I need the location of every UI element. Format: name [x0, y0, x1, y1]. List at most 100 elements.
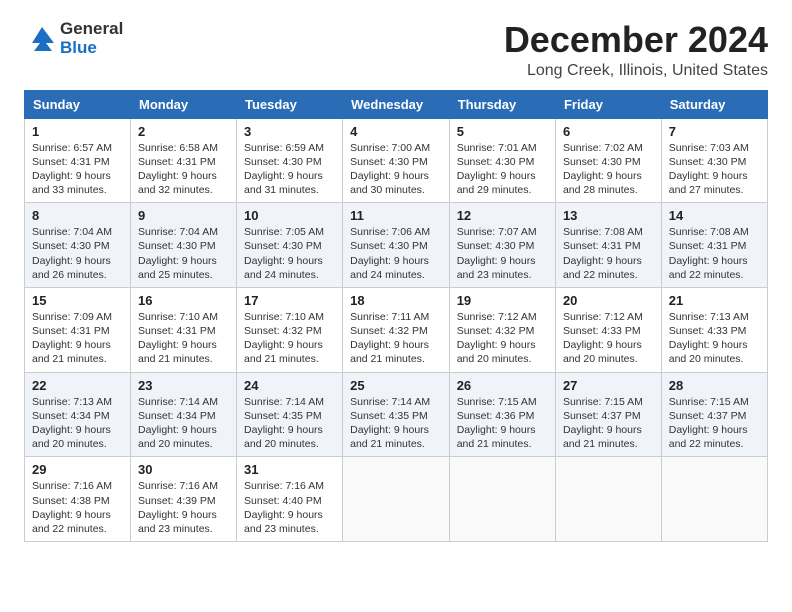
table-row: 11 Sunrise: 7:06 AMSunset: 4:30 PMDayligh… [343, 203, 450, 288]
cell-content: Sunrise: 7:14 AMSunset: 4:34 PMDaylight:… [138, 395, 229, 452]
table-row: 10Sunrise: 7:05 AMSunset: 4:30 PMDayligh… [237, 203, 343, 288]
day-number: 11 [350, 208, 442, 223]
day-number: 7 [669, 124, 760, 139]
logo-icon [24, 23, 56, 55]
table-row: 27Sunrise: 7:15 AMSunset: 4:37 PMDayligh… [555, 372, 661, 457]
day-number: 29 [32, 462, 123, 477]
table-row: 5Sunrise: 7:01 AMSunset: 4:30 PMDaylight… [449, 118, 555, 203]
day-number: 8 [32, 208, 123, 223]
col-saturday: Saturday [661, 90, 767, 118]
table-row: 30 Sunrise: 7:16 AMSunset: 4:39 PMDayligh… [130, 457, 236, 542]
day-number: 25 [350, 378, 442, 393]
day-number: 22 [32, 378, 123, 393]
day-number: 31 [244, 462, 335, 477]
cell-content: Sunrise: 6:59 AMSunset: 4:30 PMDaylight:… [244, 141, 335, 198]
cell-content: Sunrise: 7:14 AMSunset: 4:35 PMDaylight:… [350, 395, 442, 452]
calendar-table: Sunday Monday Tuesday Wednesday Thursday… [24, 90, 768, 542]
day-number: 30 [138, 462, 229, 477]
table-row: 16 Sunrise: 7:10 AMSunset: 4:31 PMDayligh… [130, 287, 236, 372]
table-row: 18 Sunrise: 7:11 AMSunset: 4:32 PMDayligh… [343, 287, 450, 372]
calendar-row: 15Sunrise: 7:09 AMSunset: 4:31 PMDayligh… [25, 287, 768, 372]
table-row: 19 Sunrise: 7:12 AMSunset: 4:32 PMDayligh… [449, 287, 555, 372]
cell-content: Sunrise: 7:04 AMSunset: 4:30 PMDaylight:… [138, 225, 229, 282]
cell-content: Sunrise: 7:13 AMSunset: 4:33 PMDaylight:… [669, 310, 760, 367]
day-number: 18 [350, 293, 442, 308]
day-number: 3 [244, 124, 335, 139]
table-row: 3 Sunrise: 6:59 AMSunset: 4:30 PMDaylight… [237, 118, 343, 203]
day-number: 24 [244, 378, 335, 393]
cell-content: Sunrise: 7:10 AMSunset: 4:31 PMDaylight:… [138, 310, 229, 367]
table-row: 23 Sunrise: 7:14 AMSunset: 4:34 PMDayligh… [130, 372, 236, 457]
day-number: 17 [244, 293, 335, 308]
day-number: 6 [563, 124, 654, 139]
table-row [661, 457, 767, 542]
col-friday: Friday [555, 90, 661, 118]
table-row: 25 Sunrise: 7:14 AMSunset: 4:35 PMDayligh… [343, 372, 450, 457]
table-row [343, 457, 450, 542]
table-row: 20 Sunrise: 7:12 AMSunset: 4:33 PMDayligh… [555, 287, 661, 372]
cell-content: Sunrise: 7:00 AMSunset: 4:30 PMDaylight:… [350, 141, 442, 198]
day-number: 27 [563, 378, 654, 393]
table-row: 29 Sunrise: 7:16 AMSunset: 4:38 PMDayligh… [25, 457, 131, 542]
cell-content: Sunrise: 7:02 AMSunset: 4:30 PMDaylight:… [563, 141, 654, 198]
cell-content: Sunrise: 7:06 AMSunset: 4:30 PMDaylight:… [350, 225, 442, 282]
cell-content: Sunrise: 7:11 AMSunset: 4:32 PMDaylight:… [350, 310, 442, 367]
calendar-row: 29 Sunrise: 7:16 AMSunset: 4:38 PMDayligh… [25, 457, 768, 542]
table-row: 2Sunrise: 6:58 AMSunset: 4:31 PMDaylight… [130, 118, 236, 203]
cell-content: Sunrise: 7:16 AMSunset: 4:38 PMDaylight:… [32, 479, 123, 536]
header-row: Sunday Monday Tuesday Wednesday Thursday… [25, 90, 768, 118]
table-row: 31 Sunrise: 7:16 AMSunset: 4:40 PMDayligh… [237, 457, 343, 542]
table-row [555, 457, 661, 542]
col-monday: Monday [130, 90, 236, 118]
col-tuesday: Tuesday [237, 90, 343, 118]
title-area: December 2024 Long Creek, Illinois, Unit… [504, 20, 768, 80]
day-number: 28 [669, 378, 760, 393]
cell-content: Sunrise: 7:16 AMSunset: 4:40 PMDaylight:… [244, 479, 335, 536]
day-number: 9 [138, 208, 229, 223]
table-row: 7 Sunrise: 7:03 AMSunset: 4:30 PMDaylight… [661, 118, 767, 203]
cell-content: Sunrise: 7:14 AMSunset: 4:35 PMDaylight:… [244, 395, 335, 452]
calendar-row: 1Sunrise: 6:57 AMSunset: 4:31 PMDaylight… [25, 118, 768, 203]
cell-content: Sunrise: 7:13 AMSunset: 4:34 PMDaylight:… [32, 395, 123, 452]
day-number: 21 [669, 293, 760, 308]
table-row: 17Sunrise: 7:10 AMSunset: 4:32 PMDayligh… [237, 287, 343, 372]
cell-content: Sunrise: 7:08 AMSunset: 4:31 PMDaylight:… [669, 225, 760, 282]
table-row [449, 457, 555, 542]
logo: General Blue [24, 20, 123, 57]
cell-content: Sunrise: 7:12 AMSunset: 4:32 PMDaylight:… [457, 310, 548, 367]
table-row: 26Sunrise: 7:15 AMSunset: 4:36 PMDayligh… [449, 372, 555, 457]
cell-content: Sunrise: 7:09 AMSunset: 4:31 PMDaylight:… [32, 310, 123, 367]
location-title: Long Creek, Illinois, United States [504, 62, 768, 80]
cell-content: Sunrise: 7:08 AMSunset: 4:31 PMDaylight:… [563, 225, 654, 282]
table-row: 13 Sunrise: 7:08 AMSunset: 4:31 PMDayligh… [555, 203, 661, 288]
day-number: 5 [457, 124, 548, 139]
cell-content: Sunrise: 7:03 AMSunset: 4:30 PMDaylight:… [669, 141, 760, 198]
day-number: 10 [244, 208, 335, 223]
month-title: December 2024 [504, 20, 768, 60]
day-number: 23 [138, 378, 229, 393]
day-number: 14 [669, 208, 760, 223]
cell-content: Sunrise: 7:12 AMSunset: 4:33 PMDaylight:… [563, 310, 654, 367]
day-number: 13 [563, 208, 654, 223]
cell-content: Sunrise: 7:16 AMSunset: 4:39 PMDaylight:… [138, 479, 229, 536]
day-number: 16 [138, 293, 229, 308]
col-sunday: Sunday [25, 90, 131, 118]
cell-content: Sunrise: 6:58 AMSunset: 4:31 PMDaylight:… [138, 141, 229, 198]
calendar-row: 22 Sunrise: 7:13 AMSunset: 4:34 PMDayligh… [25, 372, 768, 457]
day-number: 19 [457, 293, 548, 308]
day-number: 4 [350, 124, 442, 139]
day-number: 12 [457, 208, 548, 223]
table-row: 14 Sunrise: 7:08 AMSunset: 4:31 PMDayligh… [661, 203, 767, 288]
table-row: 28Sunrise: 7:15 AMSunset: 4:37 PMDayligh… [661, 372, 767, 457]
cell-content: Sunrise: 7:07 AMSunset: 4:30 PMDaylight:… [457, 225, 548, 282]
day-number: 20 [563, 293, 654, 308]
col-thursday: Thursday [449, 90, 555, 118]
table-row: 24 Sunrise: 7:14 AMSunset: 4:35 PMDayligh… [237, 372, 343, 457]
table-row: 15Sunrise: 7:09 AMSunset: 4:31 PMDayligh… [25, 287, 131, 372]
table-row: 12 Sunrise: 7:07 AMSunset: 4:30 PMDayligh… [449, 203, 555, 288]
cell-content: Sunrise: 7:15 AMSunset: 4:36 PMDaylight:… [457, 395, 548, 452]
table-row: 21 Sunrise: 7:13 AMSunset: 4:33 PMDayligh… [661, 287, 767, 372]
col-wednesday: Wednesday [343, 90, 450, 118]
day-number: 1 [32, 124, 123, 139]
cell-content: Sunrise: 7:04 AMSunset: 4:30 PMDaylight:… [32, 225, 123, 282]
